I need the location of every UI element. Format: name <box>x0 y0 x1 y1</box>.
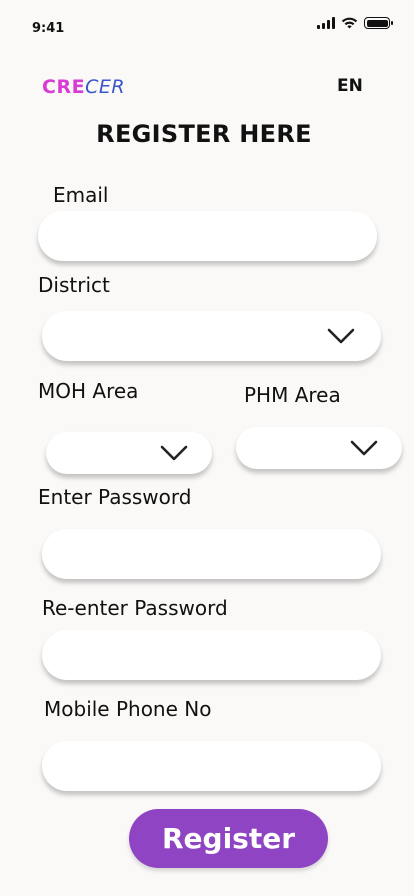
district-select[interactable] <box>42 311 381 361</box>
logo-part-2: CER <box>85 76 126 98</box>
mobile-phone-field[interactable] <box>42 741 381 791</box>
password-label: Enter Password <box>38 485 192 509</box>
battery-icon <box>364 17 393 29</box>
page-title: REGISTER HERE <box>96 120 312 148</box>
district-label: District <box>38 273 110 297</box>
reenter-password-label: Re-enter Password <box>42 596 228 620</box>
password-field[interactable] <box>42 529 381 579</box>
register-button[interactable]: Register <box>129 809 328 868</box>
email-label: Email <box>53 183 109 207</box>
status-bar: 9:41 <box>0 0 414 44</box>
language-selector[interactable]: EN <box>337 76 363 96</box>
mobile-phone-label: Mobile Phone No <box>44 697 212 721</box>
email-field[interactable] <box>38 211 377 261</box>
status-icons <box>317 17 393 29</box>
wifi-icon <box>341 17 358 29</box>
phm-area-label: PHM Area <box>244 383 341 407</box>
signal-icon <box>317 17 335 29</box>
phm-area-select[interactable] <box>236 427 402 469</box>
moh-area-label: MOH Area <box>38 379 139 403</box>
status-time: 9:41 <box>32 21 65 36</box>
chevron-down-icon <box>327 328 355 344</box>
app-logo: CRECER <box>42 76 125 98</box>
moh-area-select[interactable] <box>46 432 212 474</box>
chevron-down-icon <box>350 440 378 456</box>
chevron-down-icon <box>160 445 188 461</box>
reenter-password-field[interactable] <box>42 630 381 680</box>
logo-part-1: CRE <box>42 76 86 98</box>
